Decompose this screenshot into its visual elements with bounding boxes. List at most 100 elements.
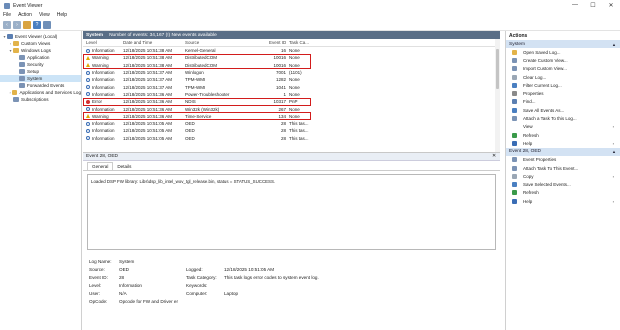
close-button[interactable]: ✕ (602, 2, 620, 9)
table-row[interactable]: Information 12/18/2025 10:51:37 AM Winlogo… (83, 69, 500, 76)
menu-help[interactable]: Help (57, 12, 67, 18)
action-save-all-events-as[interactable]: Save All Events As... (506, 106, 620, 114)
tree-item-system[interactable]: System (0, 75, 81, 82)
cell-source: TPM-WMI (185, 84, 206, 90)
cell-level: Information (83, 136, 123, 141)
help-icon[interactable]: ? (33, 20, 41, 29)
tree-item-security[interactable]: Security (0, 61, 81, 68)
cell-level: Information (83, 92, 123, 97)
table-row[interactable]: Information 12/18/2025 10:51:05 AM OED 28 Th… (83, 120, 500, 127)
value-log-name: System (119, 259, 135, 264)
cell-task: This tas... (289, 135, 309, 141)
cell-date: 12/18/2025 10:51:36 AM (123, 91, 173, 97)
window-title: Event Viewer (13, 2, 43, 9)
action-find[interactable]: Find... (506, 98, 620, 106)
action-view[interactable]: View › (506, 123, 620, 131)
event-message: Loaded DSP FW library: Libs\dsp_lib_inte… (87, 174, 496, 250)
action-icon (512, 91, 517, 97)
col-source[interactable]: Source (185, 40, 269, 45)
tree-item-subscriptions[interactable]: Subscriptions (0, 96, 81, 103)
tab-general[interactable]: General (87, 162, 114, 170)
label-level: Level: (89, 283, 102, 288)
action-save-selected-events[interactable]: Save Selected Events... (506, 180, 620, 188)
level-text: Information (92, 106, 115, 112)
forward-icon[interactable]: › (13, 20, 21, 29)
folder-icon[interactable] (23, 20, 31, 29)
maximize-button[interactable]: ☐ (584, 2, 602, 9)
col-level[interactable]: Level (83, 40, 123, 45)
back-icon[interactable]: ‹ (3, 20, 11, 29)
table-row[interactable]: Information 12/18/2025 10:51:05 AM OED 28 Th… (83, 127, 500, 134)
action-icon (512, 140, 517, 146)
action-icon (512, 116, 517, 122)
action-filter-current-log[interactable]: Filter Current Log... (506, 81, 620, 89)
action-help[interactable]: Help › (506, 139, 620, 147)
information-icon (86, 85, 90, 90)
minimize-button[interactable]: — (566, 2, 584, 9)
tree-node-icon (19, 76, 25, 81)
information-icon (86, 48, 90, 53)
cell-level: Information (83, 48, 123, 53)
tree-item-windows-logs[interactable]: ▾ Windows Logs (0, 47, 81, 54)
action-copy[interactable]: Copy › (506, 172, 620, 180)
menu-action[interactable]: Action (18, 12, 32, 18)
action-label: Attach Task To This Event... (523, 165, 579, 171)
menu-view[interactable]: View (39, 12, 50, 18)
col-event-id[interactable]: Event ID (269, 40, 289, 45)
submenu-arrow-icon: › (612, 198, 614, 204)
table-row[interactable]: Information 12/18/2025 10:51:05 AM OED 28 Th… (83, 135, 500, 142)
action-label: Clear Log... (523, 74, 547, 80)
cell-event-id: 1 (283, 91, 286, 97)
table-scrollbar[interactable] (495, 39, 500, 152)
table-row[interactable]: Information 12/18/2025 10:51:37 AM TPM-WMI… (83, 83, 500, 90)
collapse-arrow-icon[interactable]: ▲ (612, 42, 616, 47)
col-date[interactable]: Date and Time (123, 40, 185, 45)
tree-item-custom-views[interactable]: › Custom Views (0, 40, 81, 47)
submenu-arrow-icon: › (612, 140, 614, 146)
information-icon (86, 77, 90, 82)
close-detail-icon[interactable]: ✕ (492, 154, 496, 159)
tree-item-event-viewer-local-[interactable]: ▾ Event Viewer (Local) (0, 33, 81, 40)
tree-item-application[interactable]: Application (0, 54, 81, 61)
table-row[interactable]: Information 12/18/2025 10:51:37 AM TPM-WMI… (83, 76, 500, 83)
action-attach-task-to-this-event[interactable]: Attach Task To This Event... (506, 164, 620, 172)
tree-item-label: Application (27, 55, 50, 60)
action-label: Refresh (523, 132, 539, 138)
menu-file[interactable]: File (3, 12, 11, 18)
action-label: Find... (523, 99, 536, 105)
label-keywords: Keywords: (186, 283, 208, 288)
collapse-arrow-icon[interactable]: ▲ (612, 149, 616, 154)
label-task-category: Task Category: (186, 275, 217, 280)
tree-node-icon (19, 83, 25, 88)
action-import-custom-view[interactable]: Import Custom View... (506, 65, 620, 73)
action-refresh[interactable]: Refresh (506, 189, 620, 197)
tree-item-setup[interactable]: Setup (0, 68, 81, 75)
action-properties[interactable]: Properties (506, 89, 620, 97)
action-event-properties[interactable]: Event Properties (506, 156, 620, 164)
tree-item-forwarded-events[interactable]: Forwarded Events (0, 82, 81, 89)
event-viewer-app-icon (4, 2, 10, 9)
action-create-custom-view[interactable]: Create Custom View... (506, 56, 620, 64)
actions-section-event[interactable]: Event 28, OED ▲ (506, 147, 620, 156)
action-clear-log[interactable]: Clear Log... (506, 73, 620, 81)
actions-section-system[interactable]: System ▲ (506, 40, 620, 48)
action-open-saved-log[interactable]: Open Saved Log... (506, 48, 620, 56)
tree-item-applications-and-services-log[interactable]: › Applications and Services Log (0, 89, 81, 96)
cell-event-id: 1041 (275, 84, 286, 90)
highlight-box (83, 112, 311, 121)
cell-event-id: 267 (278, 106, 286, 112)
col-task[interactable]: Task Ca... (289, 40, 319, 45)
event-properties: Log Name: System Source: OED Logged: 12/… (83, 250, 500, 310)
action-label: Help (523, 198, 533, 204)
value-computer: Laptop (224, 291, 239, 296)
action-help[interactable]: Help › (506, 197, 620, 205)
action-refresh[interactable]: Refresh (506, 131, 620, 139)
tab-details[interactable]: Details (113, 163, 135, 170)
action-label: Create Custom View... (523, 57, 568, 63)
action-attach-a-task-to-this-log[interactable]: Attach a Task To this Log... (506, 114, 620, 122)
action-icon (512, 198, 517, 204)
cell-task: None (289, 91, 300, 97)
tree-item-label: Event Viewer (Local) (15, 34, 58, 39)
show-hide-console-icon[interactable] (43, 20, 51, 29)
cell-task: None (289, 106, 300, 112)
